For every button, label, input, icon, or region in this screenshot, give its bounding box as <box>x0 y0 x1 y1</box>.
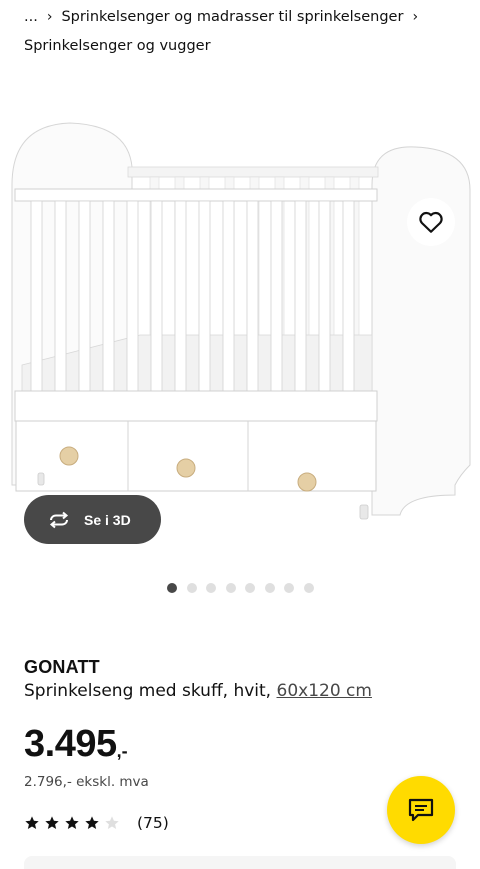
star-empty-icon <box>105 816 119 829</box>
breadcrumb-row: Sprinkelsenger og vugger <box>24 35 464 57</box>
breadcrumb-item-cribs-and-mattresses[interactable]: Sprinkelsenger og madrasser til sprinkel… <box>61 6 403 28</box>
breadcrumb-item-cribs-and-cradles[interactable]: Sprinkelsenger og vugger <box>24 35 211 57</box>
view-in-3d-label: Se i 3D <box>84 511 131 528</box>
gallery-dot[interactable] <box>225 583 236 593</box>
chat-icon <box>408 798 434 822</box>
rating-stars <box>24 815 120 831</box>
gallery-dot-active[interactable] <box>167 583 177 593</box>
star-filled-icon <box>45 816 59 829</box>
product-image[interactable] <box>0 85 480 545</box>
star-filled-icon <box>65 816 79 829</box>
view-in-3d-button[interactable]: Se i 3D <box>24 495 161 544</box>
review-count: (75) <box>137 814 169 832</box>
breadcrumb: ... › Sprinkelsenger og madrasser til sp… <box>24 6 464 57</box>
chat-button[interactable] <box>387 776 455 844</box>
product-rating[interactable]: (75) <box>24 814 169 832</box>
bottom-panel <box>24 856 456 869</box>
star-filled-icon <box>85 816 99 829</box>
price-suffix: ,- <box>116 741 128 761</box>
rotate-icon <box>49 511 69 528</box>
breadcrumb-row: ... › Sprinkelsenger og madrasser til sp… <box>24 6 464 28</box>
gallery-dot[interactable] <box>264 583 275 593</box>
gallery-dot[interactable] <box>284 583 294 593</box>
heart-icon <box>419 211 443 233</box>
price-excluding-vat: 2.796,- ekskl. mva <box>24 774 149 790</box>
product-description: Sprinkelseng med skuff, hvit, 60x120 cm <box>24 681 372 701</box>
chevron-right-icon: › <box>46 9 53 25</box>
product-name: GONATT <box>24 657 100 677</box>
breadcrumb-ellipsis[interactable]: ... <box>24 6 38 28</box>
gallery-dot[interactable] <box>206 583 216 593</box>
star-filled-icon <box>25 816 39 829</box>
favorite-button[interactable] <box>407 198 455 246</box>
product-price: 3.495 ,- <box>24 721 128 767</box>
gallery-dot[interactable] <box>186 583 197 593</box>
price-amount: 3.495 <box>24 723 117 765</box>
product-description-text: Sprinkelseng med skuff, hvit, <box>24 681 272 701</box>
chevron-right-icon: › <box>412 9 419 25</box>
product-size-link[interactable]: 60x120 cm <box>277 681 372 701</box>
gallery-pagination <box>167 583 314 593</box>
gallery-dot[interactable] <box>245 583 255 593</box>
gallery-dot[interactable] <box>303 583 314 593</box>
